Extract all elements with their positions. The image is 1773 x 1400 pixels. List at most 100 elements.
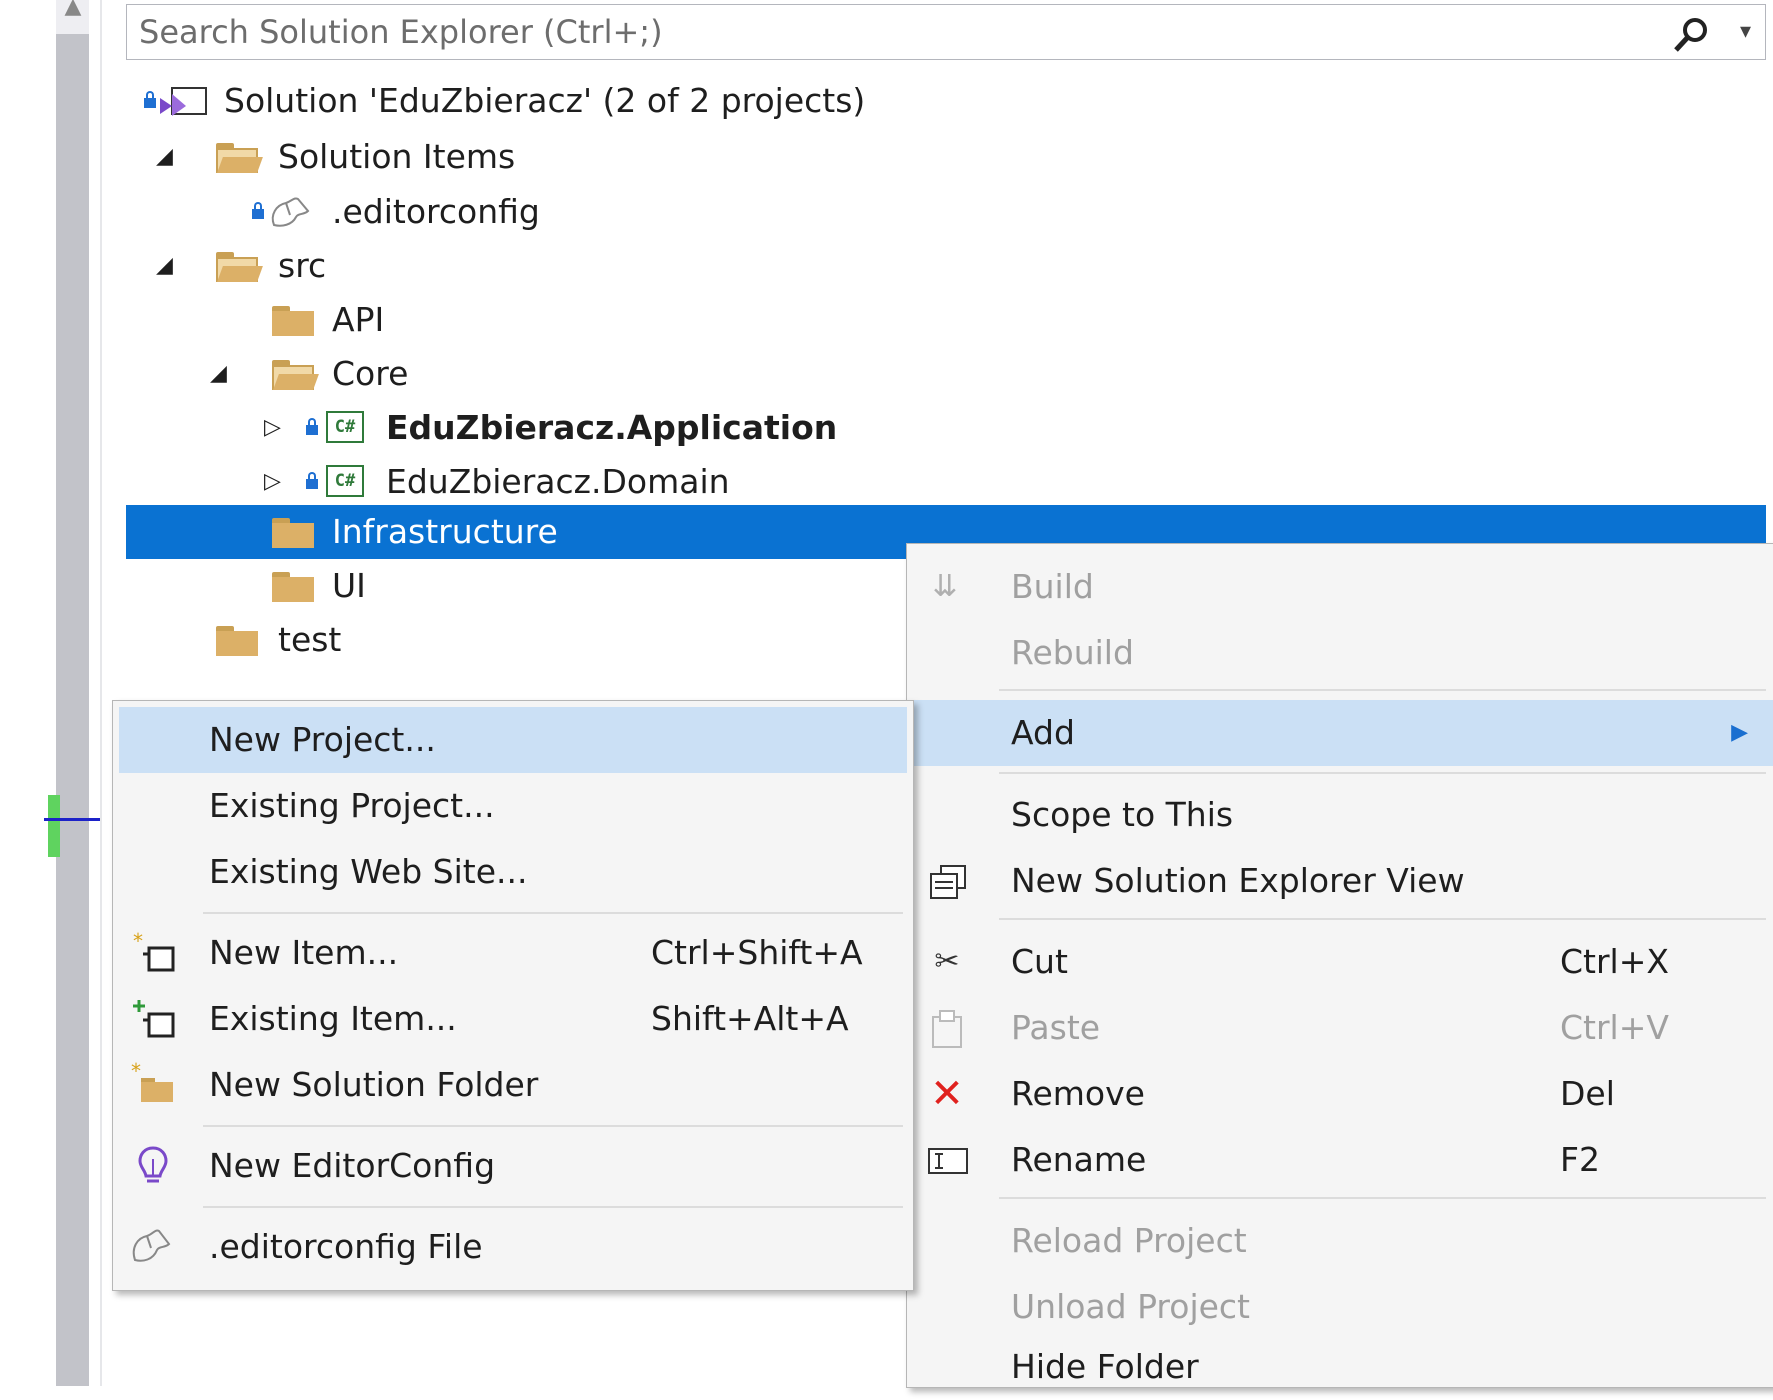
editorconfig-label: .editorconfig [332,192,540,231]
unload-project-label: Unload Project [1011,1287,1250,1326]
menu-separator [203,1206,903,1208]
scroll-up-arrow-icon[interactable]: ▲ [60,0,86,20]
menu-item-paste[interactable]: Paste Ctrl+V [907,995,1773,1061]
project-application-label: EduZbieracz.Application [386,408,838,447]
tree-row-solution-items[interactable]: ◢ Solution Items [126,130,1766,184]
submenu-item-new-editorconfig[interactable]: New EditorConfig [113,1133,913,1199]
new-solution-explorer-view-label: New Solution Explorer View [1011,861,1465,900]
infrastructure-label: Infrastructure [332,512,558,551]
tree-row-project-application[interactable]: ▷ C# EduZbieracz.Application [126,401,1766,455]
tree-row-test[interactable]: test [126,613,906,667]
menu-item-remove[interactable]: ✕ Remove Del [907,1061,1773,1127]
menu-separator [999,689,1766,691]
lock-icon [144,91,156,109]
ui-label: UI [332,566,366,605]
tree-row-editorconfig[interactable]: .editorconfig [126,185,1766,239]
expand-arrow-icon[interactable]: ▷ [264,401,288,455]
menu-separator [203,912,903,914]
menu-item-rebuild[interactable]: Rebuild [907,620,1773,686]
submenu-item-new-solution-folder[interactable]: * New Solution Folder [113,1052,913,1118]
remove-shortcut: Del [1560,1074,1615,1113]
paste-label: Paste [1011,1008,1101,1047]
existing-item-label: Existing Item... [209,999,457,1038]
caret-marker [44,818,100,821]
search-icon[interactable] [1671,15,1711,55]
menu-item-cut[interactable]: ✂ Cut Ctrl+X [907,929,1773,995]
submenu-item-new-item[interactable]: * New Item... Ctrl+Shift+A [113,920,913,986]
search-options-dropdown-icon[interactable]: ▾ [1740,19,1751,44]
vertical-scrollbar-thumb[interactable] [56,34,89,1386]
folder-open-icon [216,143,263,173]
svg-text:*: * [133,932,143,953]
cut-label: Cut [1011,942,1068,981]
core-label: Core [332,354,409,393]
menu-item-add[interactable]: Add ▶ [907,700,1773,766]
new-solution-folder-label: New Solution Folder [209,1065,539,1104]
tree-row-ui[interactable]: UI [126,559,906,613]
new-item-label: New Item... [209,933,399,972]
menu-item-unload-project[interactable]: Unload Project [907,1274,1773,1340]
collapse-arrow-icon[interactable]: ◢ [156,130,180,184]
editorconfig-file-icon [271,197,310,227]
existing-web-site-label: Existing Web Site... [209,852,528,891]
scope-to-this-label: Scope to This [1011,795,1234,834]
menu-item-new-solution-explorer-view[interactable]: New Solution Explorer View [907,848,1773,914]
menu-item-scope-to-this[interactable]: Scope to This [907,782,1773,848]
solution-explorer-search[interactable]: ▾ [126,4,1766,60]
new-item-shortcut: Ctrl+Shift+A [651,933,863,972]
submenu-item-existing-project[interactable]: Existing Project... [113,773,913,839]
lightbulb-icon [138,1146,168,1183]
build-icon: ⇊ [932,569,958,604]
rebuild-label: Rebuild [1011,633,1134,672]
existing-item-icon [133,1000,175,1038]
submenu-item-editorconfig-file[interactable]: .editorconfig File [113,1214,913,1280]
solution-label: Solution 'EduZbieracz' (2 of 2 projects) [224,81,866,120]
existing-item-shortcut: Shift+Alt+A [651,999,849,1038]
solution-icon [160,87,207,116]
tree-row-project-domain[interactable]: ▷ C# EduZbieracz.Domain [126,455,1766,509]
folder-icon [272,306,314,336]
solution-items-label: Solution Items [278,137,516,176]
lock-icon [252,202,264,220]
submenu-arrow-icon: ▶ [1731,720,1748,745]
search-input[interactable] [139,13,1639,51]
menu-item-rename[interactable]: Rename F2 [907,1127,1773,1193]
build-label: Build [1011,567,1094,606]
remove-label: Remove [1011,1074,1145,1113]
project-domain-label: EduZbieracz.Domain [386,462,730,501]
menu-item-reload-project[interactable]: Reload Project [907,1208,1773,1274]
menu-separator [203,1125,903,1127]
gutter-divider [100,0,102,1386]
rename-icon [928,1148,968,1174]
hide-folder-label: Hide Folder [1011,1347,1199,1386]
tree-row-solution[interactable]: Solution 'EduZbieracz' (2 of 2 projects) [126,74,1766,128]
tree-row-src[interactable]: ◢ src [126,239,1766,293]
folder-open-icon [216,252,263,282]
collapse-arrow-icon[interactable]: ◢ [210,347,234,401]
cut-shortcut: Ctrl+X [1560,942,1669,981]
tree-row-api[interactable]: API [126,293,1766,347]
src-label: src [278,246,327,285]
submenu-item-existing-web-site[interactable]: Existing Web Site... [113,839,913,905]
editorconfig-file-label: .editorconfig File [209,1227,483,1266]
menu-item-hide-folder[interactable]: Hide Folder [907,1334,1773,1400]
editorconfig-file-icon [132,1229,171,1262]
lock-icon [306,418,318,436]
paste-shortcut: Ctrl+V [1560,1008,1669,1047]
tree-row-core[interactable]: ◢ Core [126,347,1766,401]
menu-item-build[interactable]: ⇊ Build [907,554,1773,620]
change-marker [48,795,60,857]
api-label: API [332,300,385,339]
new-project-label: New Project... [209,720,436,759]
new-item-icon: * [133,932,175,972]
folder-open-icon [272,360,319,390]
submenu-item-new-project[interactable]: New Project... [119,707,907,773]
collapse-arrow-icon[interactable]: ◢ [156,239,180,293]
new-folder-icon: * [131,1062,173,1102]
menu-separator [999,772,1766,774]
expand-arrow-icon[interactable]: ▷ [264,455,288,509]
rename-shortcut: F2 [1560,1140,1600,1179]
menu-separator [999,1197,1766,1199]
new-editorconfig-label: New EditorConfig [209,1146,496,1185]
submenu-item-existing-item[interactable]: Existing Item... Shift+Alt+A [113,986,913,1052]
